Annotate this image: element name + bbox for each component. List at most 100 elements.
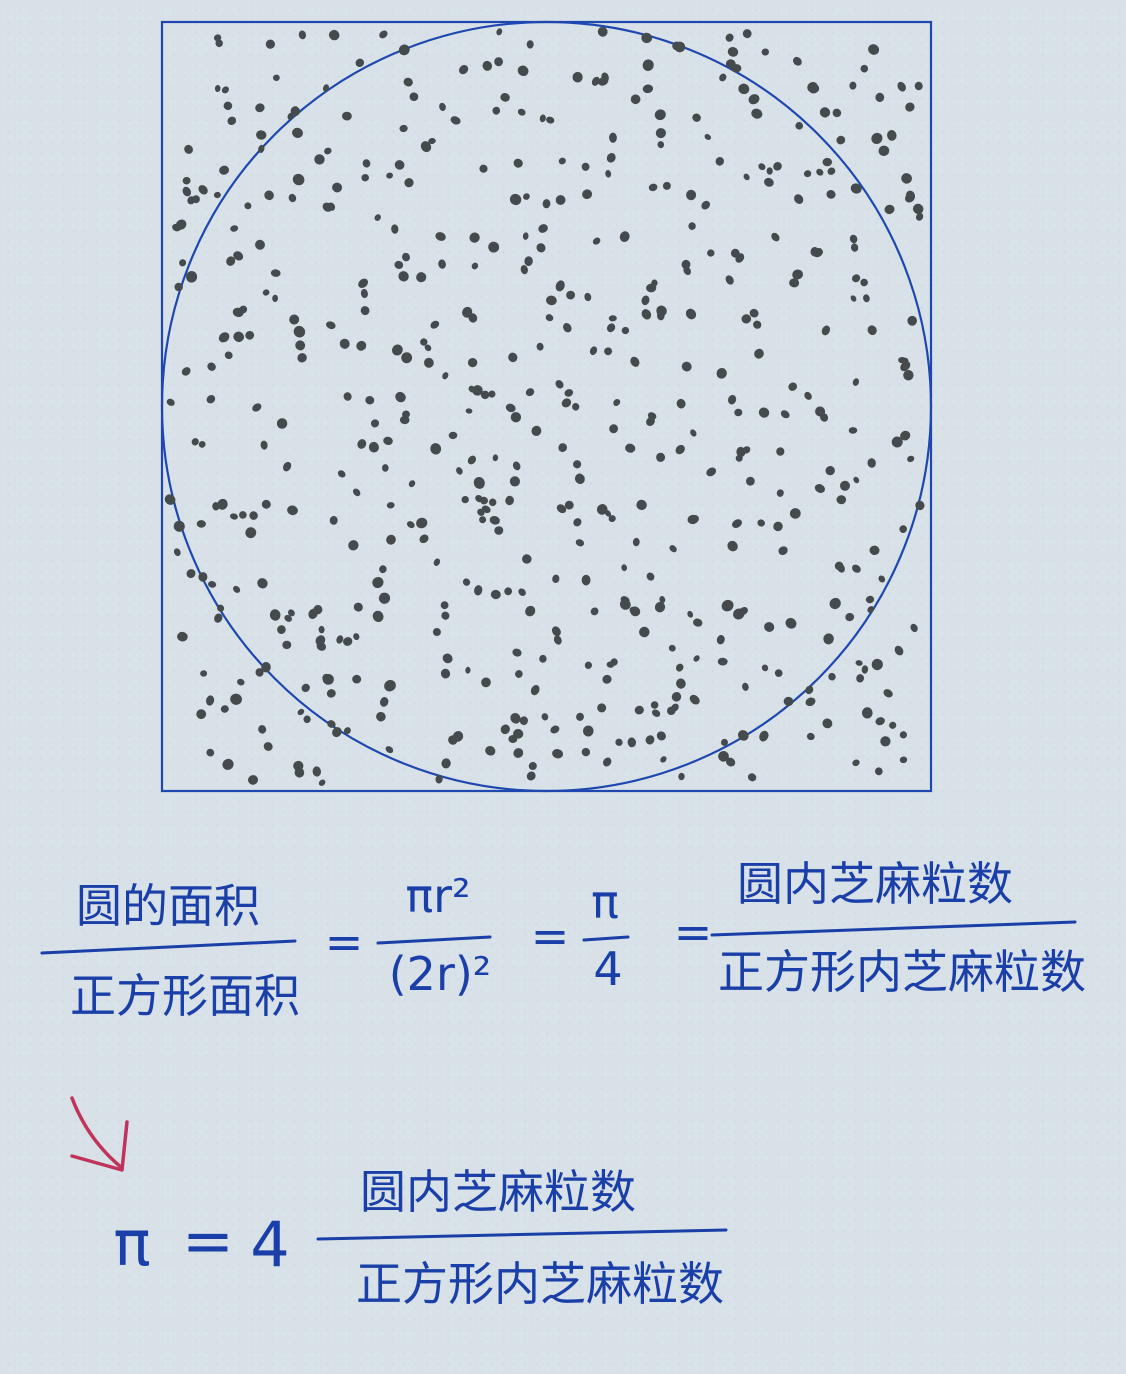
- sesame-dot: [805, 697, 816, 707]
- sesame-dot: [513, 158, 523, 168]
- sesame-dot: [505, 495, 514, 506]
- sesame-dot: [206, 748, 215, 757]
- sesame-dot: [746, 476, 755, 486]
- sesame-dot: [608, 315, 617, 322]
- sesame-dot: [690, 429, 697, 437]
- sesame-dot: [481, 677, 491, 688]
- sesame-dot: [191, 438, 199, 446]
- sesame-dot: [805, 685, 814, 695]
- sesame-dot: [213, 191, 221, 199]
- sesame-dot: [391, 224, 399, 234]
- sesame-dot: [504, 587, 513, 596]
- sesame-dot: [574, 473, 585, 485]
- sesame-dot: [727, 47, 739, 57]
- sesame-dot: [852, 759, 860, 767]
- sesame-dot: [803, 170, 812, 178]
- sesame-dot: [884, 204, 895, 215]
- sesame-dot: [850, 243, 859, 252]
- sesame-dot: [754, 348, 764, 359]
- sesame-dot: [863, 294, 870, 303]
- sesame-dot: [761, 48, 769, 56]
- sesame-dot: [717, 657, 728, 666]
- sesame-dot: [260, 440, 268, 450]
- sesame-dot: [469, 232, 480, 243]
- sesame-dot: [272, 294, 279, 302]
- sesame-dot: [861, 665, 869, 674]
- sesame-dot: [292, 127, 303, 138]
- sesame-dot: [314, 154, 325, 165]
- sesame-dot: [490, 589, 501, 600]
- sesame-dot: [542, 199, 551, 209]
- sesame-dot: [827, 167, 836, 175]
- inscribed-circle: [160, 20, 933, 793]
- sesame-dot: [479, 164, 488, 173]
- sesame-dot: [855, 660, 863, 666]
- sesame-dot: [642, 59, 654, 71]
- sesame-dot: [751, 108, 763, 119]
- sesame-dot: [692, 113, 701, 122]
- sesame-dot: [894, 645, 904, 656]
- sesame-dot: [804, 391, 812, 400]
- sesame-dot: [282, 461, 292, 472]
- sesame-dot: [592, 237, 601, 245]
- lhs-fraction-bar: [40, 939, 297, 955]
- sesame-dot: [298, 30, 307, 40]
- sesame-dot: [732, 519, 742, 529]
- sesame-dot: [878, 575, 886, 583]
- sesame-dot: [184, 144, 193, 154]
- sesame-dot: [293, 325, 306, 338]
- sesame-dot: [914, 81, 923, 91]
- sesame-dot: [252, 403, 262, 412]
- sesame-dot: [822, 718, 833, 729]
- sesame-dot: [494, 526, 504, 535]
- sesame-dot: [764, 177, 774, 187]
- sesame-dot: [693, 655, 700, 662]
- sesame-dot: [198, 185, 208, 195]
- sesame-dot: [406, 521, 415, 529]
- sesame-dot: [214, 85, 221, 92]
- sesame-dot: [173, 520, 185, 532]
- sesame-dot: [262, 289, 270, 296]
- equation-1: 圆的面积 正方形面积 = πr² (2r)² = π 4 = 圆内芝麻粒数 正方…: [40, 857, 1086, 1023]
- sesame-dot: [223, 101, 233, 111]
- sesame-dot: [572, 71, 583, 83]
- sesame-dot: [450, 116, 461, 125]
- sesame-dot: [361, 173, 369, 182]
- sesame-dot: [408, 480, 416, 488]
- sesame-dot: [255, 103, 265, 113]
- sesame-dot: [907, 455, 915, 463]
- sesame-dot: [245, 527, 257, 539]
- sesame-dot: [326, 321, 336, 330]
- sesame-dot: [822, 157, 833, 167]
- sesame-dot: [704, 133, 712, 141]
- sesame-dot: [440, 601, 449, 610]
- sesame-dot: [292, 173, 305, 186]
- sesame-dot: [753, 320, 762, 329]
- sesame-dot: [584, 661, 593, 669]
- sesame-dot: [343, 392, 352, 401]
- sesame-dot: [721, 599, 734, 612]
- sesame-dot: [318, 625, 325, 634]
- sesame-dot: [743, 173, 750, 181]
- sesame-dot: [512, 461, 521, 471]
- sesame-dot: [372, 610, 384, 623]
- sesame-dot: [287, 505, 298, 516]
- sesame-dot: [258, 725, 267, 734]
- down-right-arrow-icon: [70, 1096, 129, 1172]
- sesame-dot: [828, 672, 836, 681]
- sesame-dot: [865, 595, 875, 604]
- sesame-dot: [509, 476, 521, 487]
- sesame-dot: [581, 162, 590, 171]
- sesame-dot: [603, 757, 612, 767]
- sesame-dot: [761, 664, 769, 672]
- sesame-dot: [860, 64, 869, 73]
- sesame-dot: [358, 278, 369, 288]
- sesame-dot: [912, 203, 924, 215]
- sesame-dot: [322, 84, 330, 92]
- sesame-dot: [645, 735, 655, 745]
- sesame-dot: [270, 269, 281, 277]
- sesame-dot: [613, 398, 621, 407]
- sesame-dot: [688, 222, 696, 230]
- sesame-dot: [386, 502, 395, 509]
- sesame-dot: [500, 724, 510, 735]
